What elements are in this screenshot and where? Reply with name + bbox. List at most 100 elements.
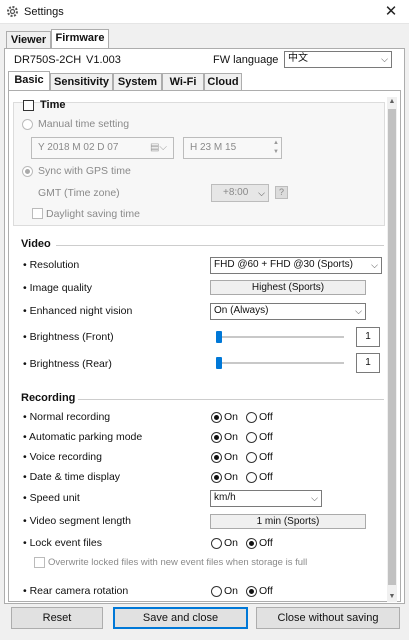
segment-length-value: 1 min (Sports)	[210, 514, 366, 529]
parking-mode-on-radio[interactable]	[211, 432, 222, 443]
on-label: On	[224, 411, 239, 423]
scrollbar-thumb[interactable]	[388, 109, 396, 585]
on-label: On	[224, 451, 239, 463]
chevron-down-icon: ⌵	[258, 188, 265, 198]
fw-language-select[interactable]: 中文 ⌵	[284, 51, 392, 68]
rear-rotation-on-radio[interactable]	[211, 586, 222, 597]
overwrite-checkbox[interactable]	[34, 557, 45, 568]
chevron-down-icon: ⌵	[311, 493, 318, 503]
gmt-select[interactable]: +8:00 ⌵	[211, 184, 269, 202]
spinner-arrows-icon[interactable]: ▲ ▼	[273, 139, 279, 157]
rear-rotation-off-radio[interactable]	[246, 586, 257, 597]
close-without-saving-button[interactable]: Close without saving	[256, 607, 400, 629]
speed-unit-select[interactable]: km/h ⌵	[210, 490, 322, 507]
gps-sync-radio[interactable]	[22, 166, 33, 177]
brightness-rear-label: • Brightness (Rear)	[23, 358, 112, 370]
parking-mode-label: • Automatic parking mode	[23, 431, 143, 443]
rear-rotation-label: • Rear camera rotation	[23, 585, 129, 597]
brightness-front-label: • Brightness (Front)	[23, 331, 114, 343]
time-spinner[interactable]: H 23 M 15 ▲ ▼	[183, 137, 282, 159]
date-picker[interactable]: Y 2018 M 02 D 07 ▤⌵	[31, 137, 174, 159]
resolution-label: • Resolution	[23, 259, 80, 271]
lock-event-on-radio[interactable]	[211, 538, 222, 549]
datetime-display-label: • Date & time display	[23, 471, 121, 483]
voice-recording-label: • Voice recording	[23, 451, 102, 463]
manual-time-label: Manual time setting	[38, 118, 130, 130]
night-vision-select[interactable]: On (Always) ⌵	[210, 303, 366, 320]
time-title: Time	[40, 99, 66, 111]
device-model: DR750S-2CH	[14, 54, 82, 66]
tab-system[interactable]: System	[113, 73, 162, 91]
video-title: Video	[21, 238, 51, 250]
speed-unit-value: km/h	[214, 492, 236, 503]
parking-mode-off-radio[interactable]	[246, 432, 257, 443]
chevron-down-icon: ⌵	[381, 54, 388, 64]
firmware-version: V1.003	[86, 54, 121, 66]
on-label: On	[224, 537, 239, 549]
recording-title: Recording	[21, 392, 76, 404]
title-bar: Settings ✕	[0, 0, 409, 24]
off-label: Off	[259, 471, 273, 483]
lock-event-label: • Lock event files	[23, 537, 102, 549]
window-title: Settings	[24, 6, 64, 18]
brightness-front-track[interactable]	[216, 336, 344, 338]
voice-recording-on-radio[interactable]	[211, 452, 222, 463]
brightness-front-value: 1	[356, 327, 380, 347]
speed-unit-label: • Speed unit	[23, 492, 80, 504]
brightness-rear-value: 1	[356, 353, 380, 373]
chevron-down-icon: ⌵	[371, 260, 378, 270]
segment-length-label: • Video segment length	[23, 515, 131, 527]
fw-language-label: FW language	[213, 54, 279, 66]
gps-sync-label: Sync with GPS time	[38, 165, 131, 177]
tab-wifi[interactable]: Wi-Fi	[162, 73, 204, 91]
resolution-select[interactable]: FHD @60 + FHD @30 (Sports) ⌵	[210, 257, 382, 274]
dst-label: Daylight saving time	[46, 208, 140, 220]
voice-recording-off-radio[interactable]	[246, 452, 257, 463]
calendar-icon: ▤⌵	[149, 142, 167, 153]
date-value: Y 2018 M 02 D 07	[38, 142, 119, 153]
on-label: On	[224, 431, 239, 443]
overwrite-label: Overwrite locked files with new event fi…	[48, 557, 308, 568]
quality-label: • Image quality	[23, 282, 93, 294]
save-and-close-button[interactable]: Save and close	[113, 607, 248, 629]
tab-sensitivity[interactable]: Sensitivity	[50, 73, 113, 91]
manual-time-radio[interactable]	[22, 119, 33, 130]
scroll-up-icon[interactable]: ▲	[387, 97, 397, 107]
normal-recording-label: • Normal recording	[23, 411, 111, 423]
night-vision-value: On (Always)	[214, 305, 269, 316]
vertical-scrollbar[interactable]: ▲ ▼	[387, 97, 397, 602]
tab-firmware[interactable]: Firmware	[51, 29, 109, 49]
video-divider	[56, 245, 384, 246]
off-label: Off	[259, 431, 273, 443]
help-button[interactable]: ?	[275, 186, 288, 199]
brightness-front-slider[interactable]	[216, 331, 222, 343]
chevron-down-icon: ⌵	[355, 306, 362, 316]
gmt-value: +8:00	[223, 187, 249, 198]
time-value: H 23 M 15	[190, 142, 237, 153]
tab-cloud[interactable]: Cloud	[204, 73, 242, 91]
datetime-display-on-radio[interactable]	[211, 472, 222, 483]
normal-recording-on-radio[interactable]	[211, 412, 222, 423]
quality-value: Highest (Sports)	[210, 280, 366, 295]
gmt-label: GMT (Time zone)	[38, 187, 120, 199]
datetime-display-off-radio[interactable]	[246, 472, 257, 483]
on-label: On	[224, 471, 239, 483]
normal-recording-off-radio[interactable]	[246, 412, 257, 423]
settings-gear-icon	[7, 6, 18, 17]
lock-event-off-radio[interactable]	[246, 538, 257, 549]
on-label: On	[224, 585, 239, 597]
recording-divider	[78, 399, 384, 400]
off-label: Off	[259, 411, 273, 423]
close-icon[interactable]: ✕	[378, 2, 404, 22]
tab-basic[interactable]: Basic	[8, 71, 50, 91]
brightness-rear-slider[interactable]	[216, 357, 222, 369]
reset-button[interactable]: Reset	[11, 607, 103, 629]
dst-checkbox[interactable]	[32, 208, 43, 219]
time-checkbox[interactable]	[23, 100, 34, 111]
off-label: Off	[259, 451, 273, 463]
tab-viewer[interactable]: Viewer	[6, 31, 51, 49]
off-label: Off	[259, 537, 273, 549]
night-vision-label: • Enhanced night vision	[23, 305, 133, 317]
brightness-rear-track[interactable]	[216, 362, 344, 364]
scroll-down-icon[interactable]: ▼	[387, 592, 397, 602]
